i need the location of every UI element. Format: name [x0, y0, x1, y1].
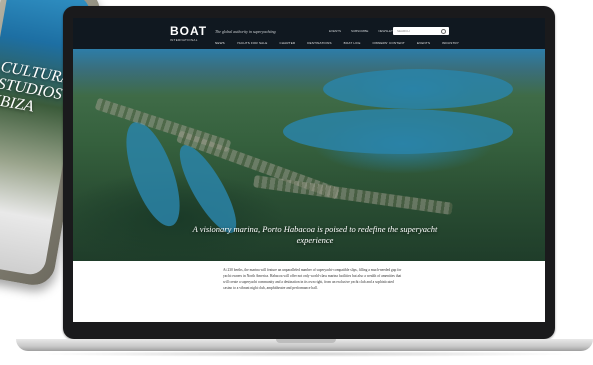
search-input[interactable]: SEARCH [393, 27, 449, 35]
search-icon[interactable] [441, 29, 446, 34]
search-placeholder: SEARCH [397, 29, 410, 33]
site-tagline: The global authority in superyachting [215, 29, 276, 34]
menu-item-destinations[interactable]: DESTINATIONS [307, 41, 331, 45]
top-link-subscribe[interactable]: SUBSCRIBE [351, 29, 368, 33]
hero-lagoon [283, 109, 513, 154]
hero-caption: A visionary marina, Porto Habacoa is poi… [192, 224, 438, 245]
site-logo-subtitle: INTERNATIONAL [170, 38, 198, 42]
hero-villas [253, 175, 453, 215]
menu-item-events[interactable]: EVENTS [417, 41, 430, 45]
menu-item-industry[interactable]: INDUSTRY [442, 41, 459, 45]
site-logo[interactable]: BOAT [170, 24, 207, 38]
menu-item-owners-content[interactable]: OWNERS' CONTENT [373, 41, 405, 45]
menu-item-news[interactable]: NEWS [215, 41, 225, 45]
laptop-shadow [30, 351, 580, 357]
hero-lagoon [323, 69, 513, 109]
menu-item-boat-life[interactable]: BOAT LIFE [344, 41, 361, 45]
menu-item-charter[interactable]: CHARTER [279, 41, 295, 45]
menu-item-yachts-for-sale[interactable]: YACHTS FOR SALE [237, 41, 268, 45]
top-link-events[interactable]: EVENTS [329, 29, 341, 33]
article-body: At 230 berths, the marina will feature a… [223, 268, 402, 290]
hero-image: A visionary marina, Porto Habacoa is poi… [73, 49, 545, 261]
top-links: EVENTS SUBSCRIBE NEWSLETTERS [329, 29, 401, 33]
main-menu: NEWS YACHTS FOR SALE CHARTER DESTINATION… [215, 41, 459, 45]
laptop-notch [276, 339, 336, 343]
site-header: BOAT INTERNATIONAL The global authority … [73, 18, 545, 49]
laptop-screen: BOAT INTERNATIONAL The global authority … [73, 18, 545, 322]
